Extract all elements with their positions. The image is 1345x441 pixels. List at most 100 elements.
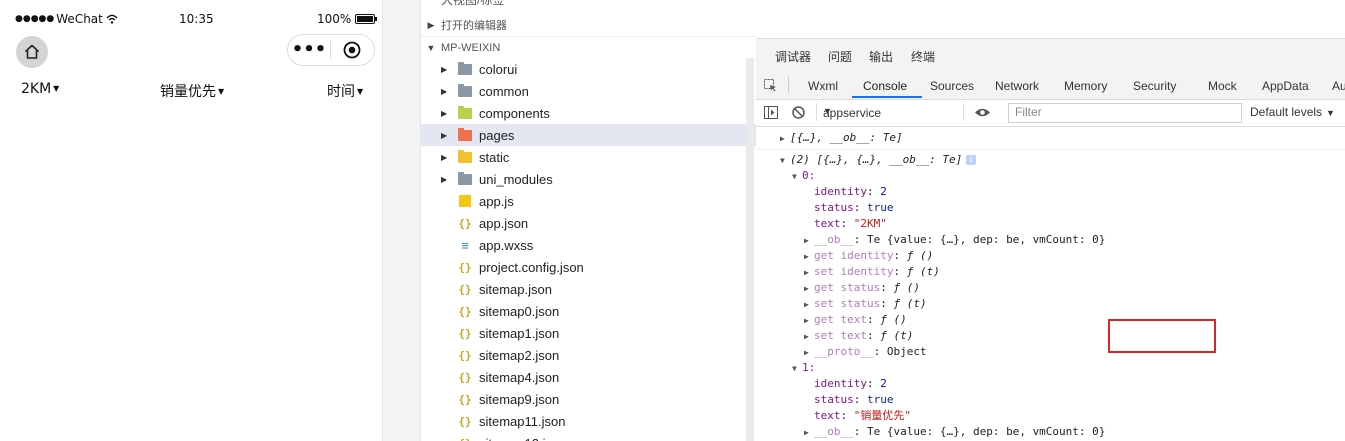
getter-identity[interactable]: ▶ get identity: ƒ () [804,248,933,264]
prop-key: __ob__ [814,425,854,438]
js-badge [459,195,471,207]
log-entry-1[interactable]: ▶ [{…}, __ob__: Te] [780,130,903,146]
tab-output[interactable]: 输出 [869,48,893,65]
tree-item-label: common [479,83,529,99]
prop-proto[interactable]: ▶ __proto__: Object [804,344,927,360]
file-item[interactable]: {} sitemap0.json [421,300,756,322]
prop-value: Object [886,345,927,358]
section-open-editors[interactable]: ▶ 打开的编辑器 [421,14,756,36]
file-item[interactable]: {} app.json [421,212,756,234]
prop-status: status: true [814,393,894,406]
expand-arrow-icon: ▶ [804,236,809,245]
prop-value: 2 [880,185,887,198]
tab-issues[interactable]: 问题 [828,48,852,65]
tab-terminal[interactable]: 终端 [911,48,935,65]
file-item[interactable]: {} sitemap11.json [421,410,756,432]
tab-wxml[interactable]: Wxml [808,79,838,93]
chevron-right-icon: ▶ [441,174,448,184]
file-item[interactable]: {} sitemap.json [421,278,756,300]
console-output: ▶ [{…}, __ob__: Te] ▼ (2) [{…}, {…}, __ob_… [756,127,1345,441]
file-item[interactable]: {} sitemap1.json [421,322,756,344]
array-item-0[interactable]: ▼ 0: [792,168,815,184]
prop-value: ƒ (t) [893,297,927,310]
chevron-down-icon: ▼ [426,43,436,53]
tab-appdata[interactable]: AppData [1262,79,1309,93]
expand-arrow-icon: ▶ [804,316,809,325]
tab-network[interactable]: Network [995,79,1039,93]
file-item[interactable]: {} sitemap4.json [421,366,756,388]
prop-status: status: true [814,201,894,214]
close-button[interactable] [331,41,373,59]
folder-shape [458,127,472,141]
sidebar-toggle-icon[interactable] [764,106,778,119]
tab-audits[interactable]: Au [1332,79,1345,93]
section-project[interactable]: ▼ MP-WEIXIN [421,36,756,59]
prop-key: __ob__ [814,233,854,246]
explorer-scrollbar[interactable] [746,58,754,441]
folder-item[interactable]: ▶ components [421,102,756,124]
prop-key: set status [814,297,881,310]
prop-ob[interactable]: ▶ __ob__: Te {value: {…}, dep: be, vmCoun… [804,232,1105,248]
clear-console-icon[interactable] [792,106,805,119]
prop-key: status [814,393,854,406]
filter-distance[interactable]: 2KM ▼ [21,81,59,97]
chevron-right-icon: ▶ [441,64,448,74]
prop-identity: identity: 2 [814,185,887,198]
file-item[interactable]: {} project.config.json [421,256,756,278]
folder-item[interactable]: ▶ common [421,80,756,102]
context-select[interactable]: appservice ▼ [816,103,964,121]
caret-down-icon: ▼ [218,87,225,96]
json-file-icon: {} [458,216,472,230]
file-item[interactable]: {} sitemap2.json [421,344,756,366]
filter-field[interactable] [1008,103,1242,123]
filter-time[interactable]: 时间 ▼ [327,81,363,101]
tab-memory[interactable]: Memory [1064,79,1107,93]
more-button[interactable]: ••• [288,41,330,59]
folder-item[interactable]: ▶ static [421,146,756,168]
log-entry-2[interactable]: ▼ (2) [{…}, {…}, __ob__: Te] i [780,152,977,168]
file-item[interactable]: {} sitemap9.json [421,388,756,410]
folder-item[interactable]: ▶ colorui [421,58,756,80]
inspect-element-icon[interactable] [764,79,777,92]
chevron-right-icon: ▶ [441,86,448,96]
prop-value: ƒ () [893,281,920,294]
getter-text[interactable]: ▶ get text: ƒ () [804,312,907,328]
phone-status-bar: ●●●●● WeChat 10:35 100% [0,0,382,38]
getter-status[interactable]: ▶ get status: ƒ () [804,280,920,296]
file-item[interactable]: ≡ app.wxss [421,234,756,256]
file-item[interactable]: {} sitemap12.json [421,432,756,441]
folder-icon [457,127,473,142]
caret-down-icon: ▼ [53,84,60,93]
prop-text: text: "2KM" [814,217,887,230]
array-item-1[interactable]: ▼ 1: [792,360,815,376]
setter-status[interactable]: ▶ set status: ƒ (t) [804,296,927,312]
json-file-icon: {} [458,282,472,296]
log-levels-select[interactable]: Default levels ▼ [1250,105,1335,119]
folder-item[interactable]: ▶ pages [421,124,756,146]
tree-item-label: sitemap.json [479,281,552,297]
file-item[interactable]: app.js [421,190,756,212]
tab-debugger[interactable]: 调试器 [775,48,811,65]
tab-mock[interactable]: Mock [1208,79,1237,93]
tab-console[interactable]: Console [863,79,907,93]
filter-input[interactable] [1009,104,1241,120]
tab-sources[interactable]: Sources [930,79,974,93]
prop-ob[interactable]: ▶ __ob__: Te {value: {…}, dep: be, vmCoun… [804,424,1105,440]
tree-item-label: sitemap9.json [479,391,560,407]
setter-identity[interactable]: ▶ set identity: ƒ (t) [804,264,940,280]
folder-icon [457,171,473,186]
json-file-icon: {} [458,370,472,384]
json-file-icon: {} [458,392,472,406]
setter-text[interactable]: ▶ set text: ƒ (t) [804,328,913,344]
home-button[interactable] [16,36,48,68]
eye-icon[interactable] [974,107,991,118]
filter-sales[interactable]: 销量优先 ▼ [160,81,224,101]
phone-simulator: ●●●●● WeChat 10:35 100% ••• 2KM ▼ 销量优先 ▼… [0,0,383,441]
array-item-1-index: 1: [802,361,816,374]
chevron-right-icon: ▶ [441,152,448,162]
filter-distance-label: 2KM [21,81,52,97]
prop-value: true [867,201,894,214]
tree-item-label: app.json [479,215,529,231]
tab-security[interactable]: Security [1133,79,1176,93]
folder-item[interactable]: ▶ uni_modules [421,168,756,190]
